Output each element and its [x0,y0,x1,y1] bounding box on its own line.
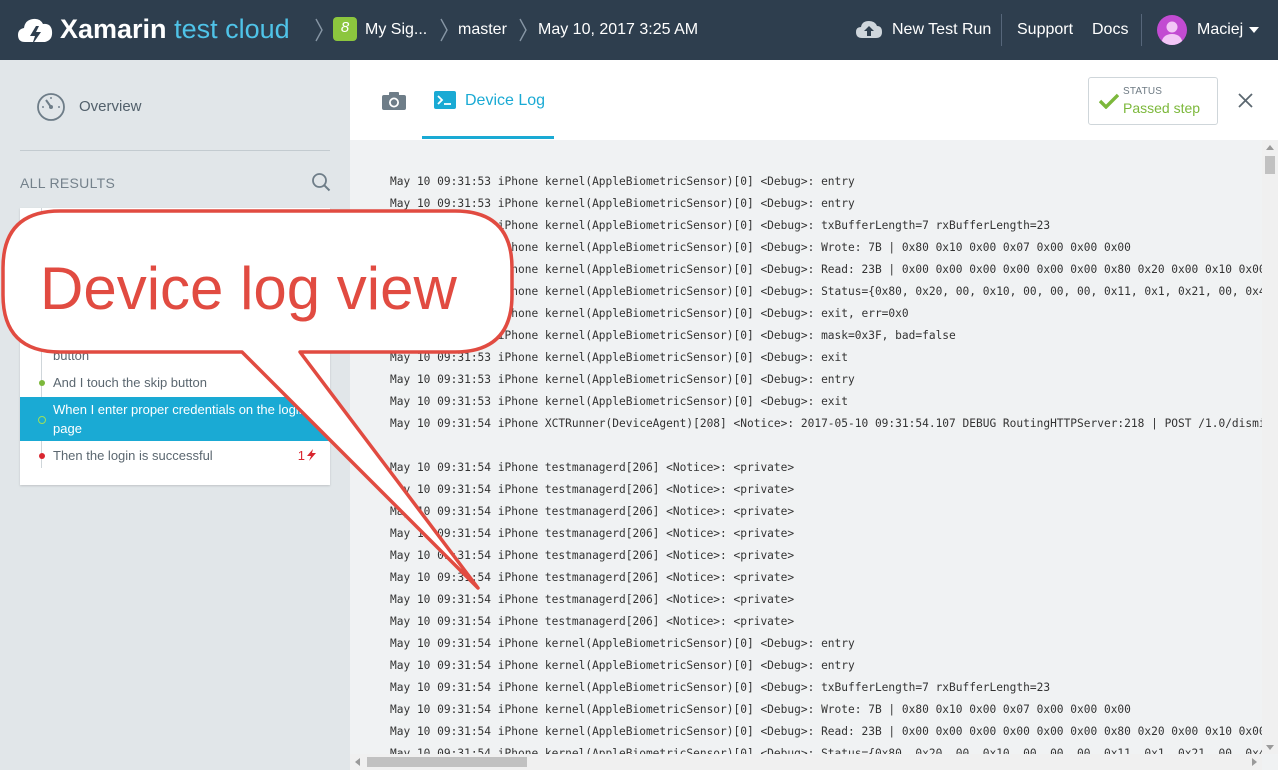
log-line: May 10 09:31:53 iPhone kernel(AppleBiome… [390,351,849,364]
log-line: May 10 09:31:54 iPhone XCTRunner(DeviceA… [390,417,1262,430]
step-text: page [53,421,82,436]
scroll-up-arrow[interactable] [1266,145,1274,150]
step-text: button [53,348,90,363]
log-line: May 10 09:31:54 iPhone testmanagerd[206]… [390,505,795,518]
log-line: May 10 09:31:53 iPhone kernel(AppleBiome… [390,285,1262,298]
list-item[interactable]: button [20,346,330,366]
tab-bar: Device Log STATUS Passed step [350,60,1278,140]
search-icon[interactable] [311,172,331,192]
brand-logo[interactable]: Xamarin test cloud [60,12,290,46]
log-line: May 10 09:31:53 iPhone kernel(AppleBiome… [390,307,909,320]
active-dot [38,416,46,424]
log-line: May 10 09:31:54 iPhone testmanagerd[206]… [390,461,795,474]
user-name[interactable]: Maciej [1197,20,1243,40]
log-line: May 10 09:31:54 iPhone kernel(AppleBiome… [390,703,1131,716]
status-badge: STATUS Passed step [1088,77,1218,125]
log-line: May 10 09:31:54 iPhone testmanagerd[206]… [390,549,795,562]
log-line: May 10 09:31:53 iPhone kernel(AppleBiome… [390,263,1262,276]
close-icon[interactable] [1238,93,1253,108]
log-line: May 10 09:31:53 iPhone kernel(AppleBiome… [390,197,855,210]
vertical-scrollbar[interactable] [1262,140,1278,754]
log-line: May 10 09:31:54 iPhone testmanagerd[206]… [390,615,795,628]
log-line: May 10 09:31:53 iPhone kernel(AppleBiome… [390,329,956,342]
sidebar: Overview ALL RESULTS button And I touch … [0,60,350,770]
nav-divider [1001,14,1002,46]
scroll-down-arrow[interactable] [1266,745,1274,750]
breadcrumb-run-date[interactable]: May 10, 2017 3:25 AM [538,20,698,40]
brand-name: Xamarin [60,14,167,44]
passed-dot [39,380,45,386]
log-line: May 10 09:31:53 iPhone kernel(AppleBiome… [390,395,849,408]
log-line: May 10 09:31:54 iPhone kernel(AppleBiome… [390,659,855,672]
scrollbar-thumb[interactable] [367,757,527,767]
gauge-icon[interactable] [36,92,66,122]
step-text: And I touch the skip button [53,375,207,390]
docs-link[interactable]: Docs [1092,20,1128,40]
log-line: May 10 09:31:53 iPhone kernel(AppleBiome… [390,373,855,386]
chevron-right-icon [315,18,323,42]
log-line: May 10 09:31:54 iPhone kernel(AppleBiome… [390,637,855,650]
fail-count-badge: 1 [298,446,316,465]
cloud-logo-icon[interactable] [16,12,54,50]
list-item[interactable]: Then the login is successful 1 [20,446,330,468]
log-line: May 10 09:31:54 iPhone kernel(AppleBiome… [390,681,1051,694]
status-value: Passed step [1123,100,1201,116]
sidebar-divider [20,150,330,151]
nav-divider [1141,14,1142,46]
support-link[interactable]: Support [1017,20,1073,40]
step-text: Then the login is successful [53,448,213,463]
log-line: May 10 09:31:53 iPhone kernel(AppleBiome… [390,219,1051,232]
callout-text: Device log view [40,255,457,322]
log-line: May 10 09:31:54 iPhone testmanagerd[206]… [390,483,795,496]
log-line: May 10 09:31:54 iPhone testmanagerd[206]… [390,527,795,540]
terminal-icon [434,91,456,109]
breadcrumb-app[interactable]: My Sig... [365,20,427,40]
scroll-right-arrow[interactable] [1252,758,1257,766]
all-results-heading: ALL RESULTS [20,175,116,191]
brand-subname: test cloud [174,14,290,44]
list-item-active[interactable]: When I enter proper credentials on the l… [20,397,330,441]
active-tab-indicator [422,136,554,139]
caret-down-icon[interactable] [1249,27,1259,33]
scroll-left-arrow[interactable] [355,758,360,766]
device-log-panel[interactable]: May 10 09:31:53 iPhone kernel(AppleBiome… [350,140,1278,770]
chevron-right-icon [519,18,527,42]
check-icon [1099,93,1119,109]
results-list: button And I touch the skip button When … [20,208,330,485]
horizontal-scrollbar[interactable] [350,754,1262,770]
log-line: May 10 09:31:54 iPhone testmanagerd[206]… [390,593,795,606]
list-item[interactable]: And I touch the skip button [20,373,330,395]
top-bar: Xamarin test cloud 8 My Sig... master Ma… [0,0,1278,60]
camera-icon[interactable] [381,91,407,111]
main-panel: Device Log STATUS Passed step May 10 09:… [350,60,1278,770]
app-icon: 8 [333,17,357,41]
lightning-icon [307,449,316,461]
avatar[interactable] [1157,15,1187,45]
step-text: When I enter proper credentials on the l… [53,402,306,417]
log-line: May 10 09:31:53 iPhone kernel(AppleBiome… [390,241,1131,254]
log-line: May 10 09:31:54 iPhone testmanagerd[206]… [390,571,795,584]
tab-label: Device Log [465,92,546,109]
tab-device-log[interactable]: Device Log [422,60,554,140]
log-line: May 10 09:31:53 iPhone kernel(AppleBiome… [390,175,855,188]
new-test-run-link[interactable]: New Test Run [892,20,991,40]
status-label: STATUS [1123,86,1163,97]
scrollbar-thumb[interactable] [1265,156,1275,174]
overview-link[interactable]: Overview [79,98,142,115]
log-lines: May 10 09:31:53 iPhone kernel(AppleBiome… [390,171,1262,765]
failed-dot [39,453,45,459]
log-line: May 10 09:31:54 iPhone kernel(AppleBiome… [390,725,1262,738]
chevron-right-icon [440,18,448,42]
cloud-upload-icon[interactable] [856,20,882,40]
breadcrumb-branch[interactable]: master [458,20,507,40]
